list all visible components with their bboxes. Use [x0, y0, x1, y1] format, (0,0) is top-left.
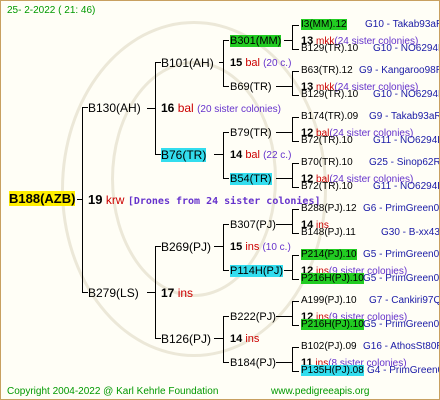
gen2-queen-info: 14 bal (22 c.) — [230, 148, 291, 163]
gen4-queen-id[interactable]: B288(PJ).12 — [301, 203, 357, 214]
gen4-queen[interactable]: B288(PJ).12 — [301, 202, 357, 216]
gen1-queen-id[interactable]: B130(AH) — [88, 101, 141, 115]
gen2-queen-note: (10 c.) — [262, 242, 291, 253]
gen2-queen-code: bal — [245, 149, 260, 161]
gen3-queen-id[interactable]: B69(TR) — [230, 80, 272, 94]
gen4-queen-id[interactable]: P135H(PJ).08 — [301, 365, 364, 376]
gen1-queen-info: 16 bal (20 sister colonies) — [161, 101, 281, 117]
gen4-queen-id[interactable]: B63(TR).12 — [301, 65, 353, 76]
gen4-queen[interactable]: B63(TR).12 — [301, 64, 353, 78]
date-header: 25- 2-2022 ( 21: 46) — [7, 5, 96, 16]
gen4-source: G7 - Cankiri97Q — [369, 295, 440, 306]
gen2-queen-id[interactable]: B126(PJ) — [161, 332, 211, 346]
gen4-source: G9 - Kangaroo98R — [359, 65, 440, 76]
gen2-queen-info: 14 ins — [230, 332, 259, 346]
gen4-queen[interactable]: I3(MM).12 — [301, 18, 347, 32]
gen4-source: G4 - PrimGreen00 — [367, 365, 439, 376]
gen3-queen-id[interactable]: B54(TR) — [230, 172, 272, 186]
gen4-source: G11 - NO6294R — [373, 135, 440, 146]
gen4-queen-id[interactable]: P214(PJ).10 — [301, 249, 357, 260]
gen4-source: G30 - B-xx43 — [381, 227, 440, 238]
gen1-queen-num: 16 — [161, 101, 175, 115]
root-queen[interactable]: B188(AZB) — [9, 191, 76, 206]
gen4-source: G9 - Takab93aR — [369, 111, 440, 122]
gen2-queen-info: 15 ins (10 c.) — [230, 240, 291, 255]
gen4-queen[interactable]: P216H(PJ).10 — [301, 272, 364, 286]
gen4-source: G5 - PrimGreen00 — [363, 273, 440, 284]
root-queen-num: 19 — [88, 192, 103, 207]
gen4-source: G5 - PrimGreen00 — [363, 249, 440, 260]
gen4-queen-id[interactable]: B129(TR).10 — [301, 43, 358, 54]
gen3-queen-id[interactable]: B79(TR) — [230, 126, 272, 140]
gen3-queen-id-label[interactable]: B301(MM) — [230, 35, 282, 47]
gen4-queen[interactable]: B72(TR).10 — [301, 180, 353, 194]
gen3-queen-id[interactable]: B307(PJ) — [230, 218, 276, 232]
gen4-queen-id[interactable]: P216H(PJ).10 — [301, 319, 364, 330]
gen2-queen-code: bal — [245, 57, 260, 69]
gen4-source: G11 - NO6294R — [373, 181, 440, 192]
root-queen-id[interactable]: B188(AZB) — [9, 191, 76, 206]
gen4-queen[interactable]: B129(TR).10 — [301, 88, 358, 102]
gen1-queen-id[interactable]: B279(LS) — [88, 286, 139, 300]
gen2-queen-num: 15 — [230, 241, 243, 253]
site-footer[interactable]: www.pedigreeapis.org — [271, 385, 369, 399]
gen3-queen-id[interactable]: P114H(PJ) — [230, 264, 283, 278]
gen2-queen-id[interactable]: B76(TR) — [161, 148, 207, 162]
gen4-queen-id[interactable]: B148(PJ).11 — [301, 227, 356, 238]
gen1-queen-num: 17 — [161, 286, 175, 300]
gen4-queen[interactable]: B174(TR).09 — [301, 110, 358, 124]
gen2-queen-num: 14 — [230, 149, 243, 161]
gen4-queen-id[interactable]: B72(TR).10 — [301, 135, 353, 146]
gen1-queen-info: 17 ins — [161, 286, 193, 300]
gen4-queen[interactable]: A199(PJ).10 — [301, 294, 357, 308]
gen4-source: G16 - AthosSt80R — [363, 341, 440, 352]
gen4-queen-id[interactable]: B70(TR).10 — [301, 157, 353, 168]
gen4-queen-id[interactable]: I3(MM).12 — [301, 19, 347, 30]
gen4-source: G10 - NO6294R — [373, 43, 440, 54]
gen2-queen-num: 14 — [230, 333, 243, 345]
root-queen-code: krw — [105, 193, 125, 207]
gen2-queen-id[interactable]: B269(PJ) — [161, 240, 211, 254]
gen4-queen[interactable]: B102(PJ).09 — [301, 340, 357, 354]
gen3-queen-id-label[interactable]: B54(TR) — [230, 173, 272, 185]
gen4-queen-id[interactable]: B129(TR).10 — [301, 89, 358, 100]
gen3-queen-id[interactable]: B184(PJ) — [230, 356, 276, 370]
gen2-queen-id-label[interactable]: B76(TR) — [161, 148, 207, 162]
gen4-source: G10 - NO6294R — [373, 89, 440, 100]
gen3-queen-id-label[interactable]: P114H(PJ) — [230, 265, 283, 277]
gen1-queen-note: (20 sister colonies) — [197, 104, 281, 115]
gen2-queen-info: 15 bal (20 c.) — [230, 56, 291, 71]
gen2-queen-note: (20 c.) — [263, 58, 292, 69]
gen4-source: G6 - PrimGreen00 — [363, 203, 440, 214]
gen4-source: G5 - PrimGreen00 — [363, 319, 440, 330]
gen4-queen-id[interactable]: B102(PJ).09 — [301, 341, 357, 352]
gen2-queen-id[interactable]: B101(AH) — [161, 56, 214, 70]
copyright-footer: Copyright 2004-2022 @ Karl Kehrle Founda… — [7, 386, 219, 397]
root-queen-note: [Drones from 24 sister colonies] — [127, 196, 321, 207]
gen2-queen-num: 15 — [230, 57, 243, 69]
root-queen-info: 19 krw [Drones from 24 sister colonies] — [88, 193, 320, 209]
pedigree-chart: { "header": {"date": "25- 2-2022 ( 21: 4… — [0, 0, 440, 400]
gen4-source: G10 - Takab93aR — [365, 19, 440, 30]
gen4-queen[interactable]: B148(PJ).11 — [301, 226, 356, 240]
gen3-queen-id[interactable]: B222(PJ) — [230, 310, 276, 324]
gen1-queen-code: bal — [177, 101, 194, 115]
gen4-queen[interactable]: B72(TR).10 — [301, 134, 353, 148]
gen4-queen[interactable]: B129(TR).10 — [301, 42, 358, 56]
gen4-queen-id[interactable]: B174(TR).09 — [301, 111, 358, 122]
gen4-queen-id[interactable]: B72(TR).10 — [301, 181, 353, 192]
gen4-queen[interactable]: P135H(PJ).08 — [301, 364, 364, 378]
gen2-queen-note: (22 c.) — [263, 150, 292, 161]
gen4-queen[interactable]: P214(PJ).10 — [301, 248, 357, 262]
gen1-queen-code: ins — [177, 286, 194, 300]
gen2-queen-code: ins — [245, 241, 260, 253]
gen4-source: G25 - Sinop62R — [369, 157, 440, 168]
gen3-queen-id[interactable]: B301(MM) — [230, 34, 282, 48]
gen4-queen-id[interactable]: P216H(PJ).10 — [301, 273, 364, 284]
gen4-queen-id[interactable]: A199(PJ).10 — [301, 295, 357, 306]
gen2-queen-code: ins — [245, 333, 260, 345]
gen4-queen[interactable]: B70(TR).10 — [301, 156, 353, 170]
gen4-queen[interactable]: P216H(PJ).10 — [301, 318, 364, 332]
